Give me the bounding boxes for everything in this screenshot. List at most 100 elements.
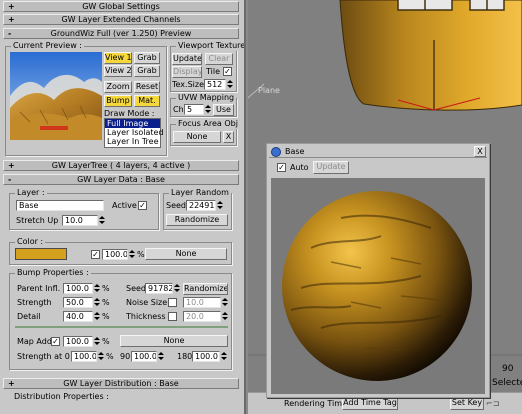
strength-label: Strength (17, 298, 52, 307)
thickness-checkbox[interactable] (168, 312, 177, 321)
channel-field[interactable]: 5 (184, 104, 204, 115)
view1-button[interactable]: View 1 (104, 52, 132, 64)
detail-label: Detail (17, 312, 41, 321)
map-add-field[interactable]: 100.0 (63, 336, 93, 347)
layer-randomize-button[interactable]: Randomize (166, 214, 228, 226)
detail-spinner-icon[interactable] (94, 311, 100, 322)
auto-checkbox[interactable]: ✓ (277, 163, 286, 172)
channel-spinner-icon[interactable] (205, 104, 211, 115)
strength-180-field[interactable]: 100.0 (192, 351, 220, 362)
expand-icon: + (8, 161, 15, 170)
focus-area-object-button[interactable]: None (173, 131, 221, 143)
set-key-button[interactable]: Set Key (450, 397, 484, 410)
color-swatch[interactable] (15, 248, 67, 260)
group-title: Layer : (15, 188, 47, 198)
strength-90-label: 90 (120, 352, 131, 361)
expand-icon: + (8, 15, 15, 24)
strength-90-field[interactable]: 100.0 (131, 351, 157, 362)
rollout-title: GW Global Settings (82, 2, 160, 11)
material-sphere-preview (271, 178, 485, 394)
group-title: Viewport Texture (176, 41, 246, 51)
mat-button[interactable]: Mat. (134, 95, 160, 107)
collapse-icon: - (8, 175, 12, 184)
strength-unit: % (102, 298, 110, 307)
rollout-extended-channels[interactable]: + GW Layer Extended Channels (3, 14, 239, 25)
parent-influence-unit: % (102, 284, 110, 293)
draw-mode-list[interactable]: Full Image Layer Isolated Layer In Tree (104, 118, 164, 148)
color-map-checkbox[interactable]: ✓ (91, 250, 100, 259)
strength-at-0-unit: % (106, 352, 114, 361)
map-add-spinner-icon[interactable] (94, 336, 100, 347)
draw-mode-option[interactable]: Full Image (105, 119, 160, 128)
noise-size-checkbox[interactable] (168, 298, 177, 307)
grab1-button[interactable]: Grab (134, 52, 160, 64)
draw-mode-option[interactable]: Layer Isolated (105, 128, 164, 137)
noise-size-label: Noise Size (126, 298, 168, 307)
bump-seed-field[interactable]: 91782 (145, 283, 173, 294)
strength-180-label: 180 (177, 352, 193, 361)
rollout-layertree[interactable]: + GW LayerTree ( 4 layers, 4 active ) (3, 160, 239, 171)
strength-field[interactable]: 50.0 (63, 297, 93, 308)
close-button[interactable]: X (474, 146, 486, 157)
tile-label: Tile (206, 67, 221, 76)
strength-spinner-icon[interactable] (94, 297, 100, 308)
window-update-button[interactable]: Update (313, 161, 349, 174)
color-amount-spinner-icon[interactable] (129, 249, 135, 260)
noise-size-spinner-icon[interactable] (222, 297, 228, 308)
strength-at-0-spinner-icon[interactable] (98, 351, 104, 362)
layer-seed-spinner-icon[interactable] (217, 200, 223, 211)
thickness-field[interactable]: 20.0 (183, 311, 221, 322)
rollout-layer-distribution[interactable]: + GW Layer Distribution : Base (3, 378, 239, 389)
rollout-title: GW Layer Extended Channels (61, 15, 181, 24)
strength-at-0-label: Strength at 0 : (17, 352, 76, 361)
color-map-button[interactable]: None (145, 248, 227, 260)
group-title: UVW Mapping (176, 93, 237, 103)
detail-field[interactable]: 40.0 (63, 311, 93, 322)
parent-influence-spinner-icon[interactable] (94, 283, 100, 294)
reset-button[interactable]: Reset (134, 81, 160, 93)
clear-texture-button[interactable]: Clear (205, 53, 233, 65)
rollout-global-settings[interactable]: + GW Global Settings (3, 1, 239, 12)
tile-checkbox[interactable]: ✓ (223, 67, 232, 76)
auto-label: Auto (290, 163, 309, 172)
terrain-preview-image[interactable] (10, 52, 102, 140)
material-preview-window[interactable]: Base X ✓ Auto Update (266, 143, 490, 398)
tex-size-spinner-icon[interactable] (227, 79, 233, 90)
bump-map-button[interactable]: None (120, 335, 228, 347)
stretch-up-field[interactable]: 10.0 (62, 215, 98, 226)
active-label: Active (112, 201, 137, 210)
map-add-label: Map Add (17, 337, 52, 346)
group-title: Current Preview : (11, 41, 84, 51)
tex-size-field[interactable]: 512 (204, 79, 226, 90)
strength-180-spinner-icon[interactable] (221, 351, 227, 362)
uvw-use-button[interactable]: Use (213, 104, 234, 116)
bump-button[interactable]: Bump (104, 95, 132, 107)
draw-mode-option[interactable]: Layer In Tree (105, 137, 160, 146)
stretch-up-spinner-icon[interactable] (99, 215, 105, 226)
view2-button[interactable]: View 2 (104, 65, 132, 77)
color-amount-field[interactable]: 100.0 (102, 249, 128, 260)
strength-90-spinner-icon[interactable] (158, 351, 164, 362)
focus-area-clear-button[interactable]: X (223, 131, 234, 143)
noise-size-field[interactable]: 10.0 (183, 297, 221, 308)
add-time-tag-button[interactable]: Add Time Tag (342, 397, 398, 410)
display-texture-button[interactable]: Display (172, 66, 202, 78)
update-texture-button[interactable]: Update (172, 53, 202, 65)
rollout-preview[interactable]: - GroundWiz Full (ver 1.250) Preview (3, 28, 239, 39)
strength-at-0-field[interactable]: 100.0 (71, 351, 97, 362)
layer-seed-field[interactable]: 22491 (186, 200, 216, 211)
zoom-button[interactable]: Zoom (104, 81, 132, 93)
rollout-layer-data[interactable]: - GW Layer Data : Base (3, 174, 239, 185)
active-checkbox[interactable]: ✓ (138, 201, 147, 210)
grab2-button[interactable]: Grab (134, 65, 160, 77)
rollout-title: GroundWiz Full (ver 1.250) Preview (50, 29, 192, 38)
parent-influence-field[interactable]: 100.0 (63, 283, 93, 294)
layer-name-field[interactable]: Base (16, 200, 104, 211)
thickness-spinner-icon[interactable] (222, 311, 228, 322)
map-add-checkbox[interactable]: ✓ (51, 337, 60, 346)
key-filters-icon[interactable]: ⌐⊐ (486, 399, 499, 409)
window-titlebar[interactable]: Base X (269, 146, 487, 158)
bump-randomize-button[interactable]: Randomize (183, 283, 228, 295)
collapse-icon: - (8, 29, 12, 38)
bump-seed-spinner-icon[interactable] (174, 283, 180, 294)
